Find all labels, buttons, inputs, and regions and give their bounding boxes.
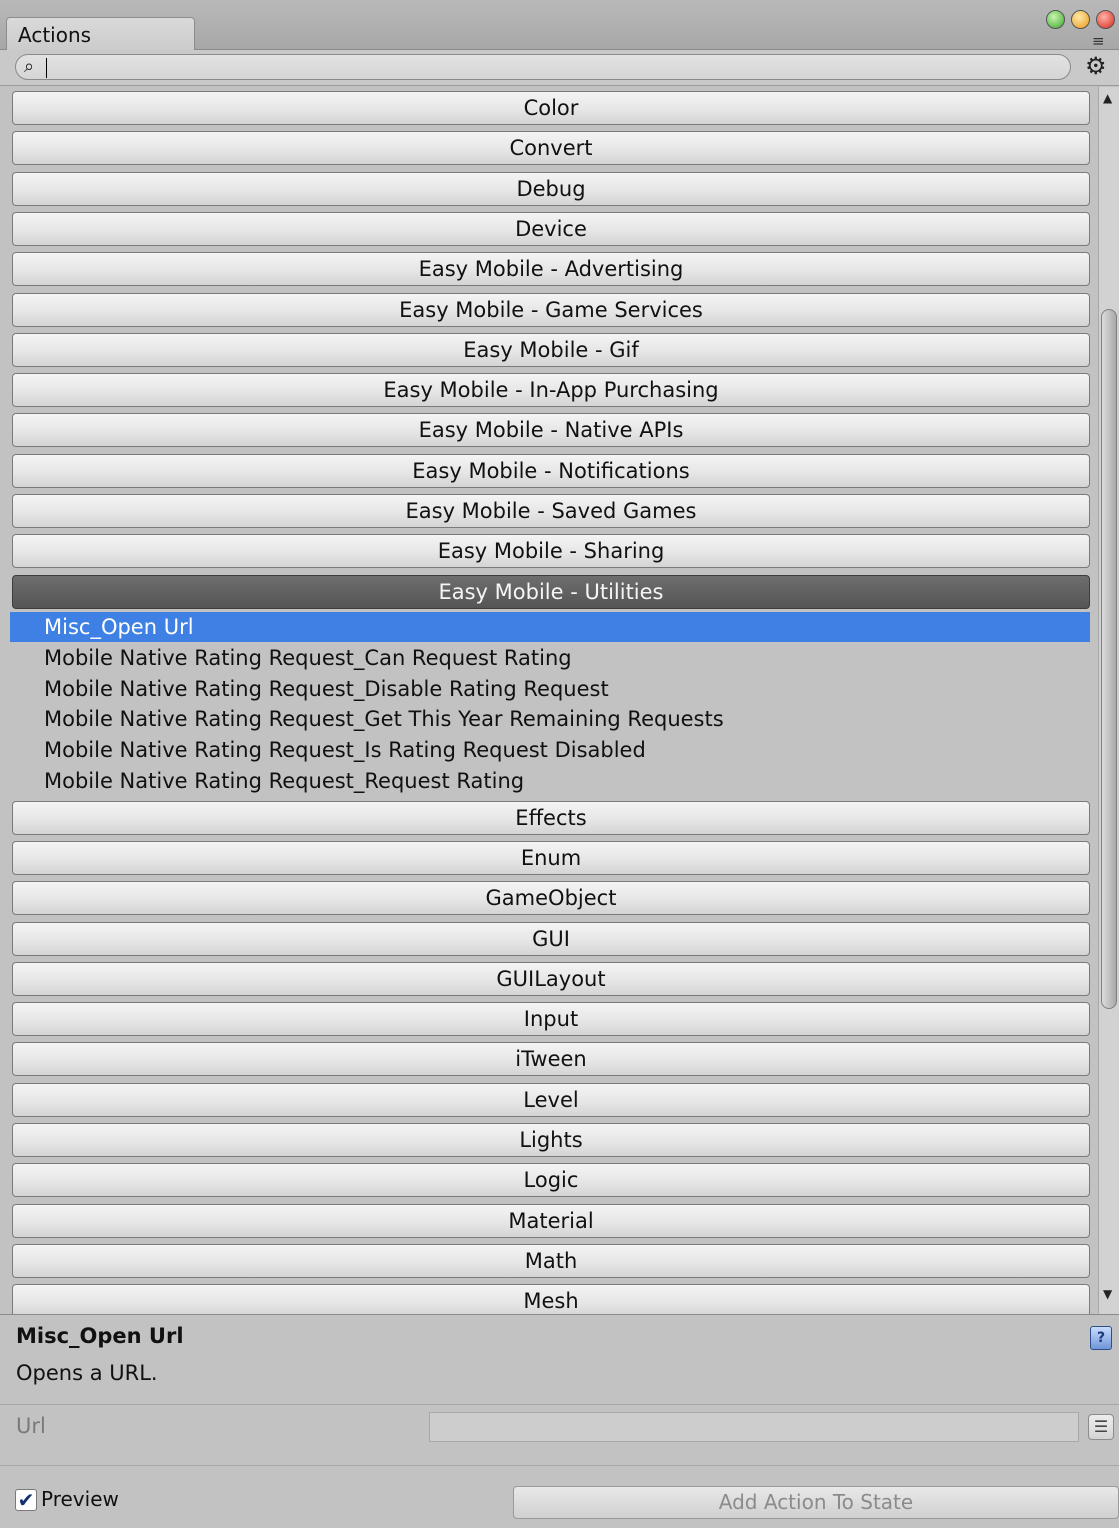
text-caret <box>46 58 47 78</box>
scroll-down-arrow-icon[interactable]: ▼ <box>1103 1287 1112 1301</box>
scroll-up-arrow-icon[interactable]: ▲ <box>1103 91 1112 105</box>
search-input[interactable]: ⌕ <box>15 54 1071 80</box>
category-button[interactable]: Color <box>12 91 1090 125</box>
category-button[interactable]: Device <box>12 212 1090 246</box>
category-button[interactable]: Math <box>12 1244 1090 1278</box>
category-button[interactable]: Easy Mobile - In-App Purchasing <box>12 373 1090 407</box>
scroll-thumb[interactable] <box>1101 309 1117 1009</box>
category-button[interactable]: Lights <box>12 1123 1090 1157</box>
category-button[interactable]: Material <box>12 1204 1090 1238</box>
category-button[interactable]: iTween <box>12 1042 1090 1076</box>
category-button[interactable]: Input <box>12 1002 1090 1036</box>
category-button[interactable]: Mesh <box>12 1284 1090 1314</box>
add-action-to-state-button[interactable]: Add Action To State <box>513 1486 1119 1519</box>
preview-label: Preview <box>41 1487 119 1511</box>
category-button[interactable]: Easy Mobile - Saved Games <box>12 494 1090 528</box>
tab-bar: Actions ≡ <box>0 0 1119 51</box>
category-button[interactable]: Debug <box>12 172 1090 206</box>
url-label: Url <box>16 1414 46 1438</box>
category-button[interactable]: Logic <box>12 1163 1090 1197</box>
action-item[interactable]: Mobile Native Rating Request_Disable Rat… <box>10 674 1090 704</box>
action-item[interactable]: Mobile Native Rating Request_Is Rating R… <box>10 735 1090 765</box>
category-button[interactable]: Convert <box>12 131 1090 165</box>
category-button[interactable]: GUILayout <box>12 962 1090 996</box>
zoom-button[interactable] <box>1046 10 1065 29</box>
menu-icon[interactable]: ≡ <box>1092 32 1105 50</box>
search-bar: ⌕ ⚙ <box>0 50 1119 86</box>
category-button[interactable]: Easy Mobile - Notifications <box>12 454 1090 488</box>
tab-actions[interactable]: Actions <box>6 17 195 51</box>
minimize-button[interactable] <box>1071 10 1090 29</box>
divider <box>0 1404 1119 1405</box>
action-category-list[interactable]: Color Convert Debug Device Easy Mobile - Adv… <box>0 87 1098 1314</box>
action-description: Opens a URL. <box>16 1361 158 1385</box>
action-detail-panel: Misc_Open Url ? Opens a URL. Url ☰ ✔ Pre… <box>0 1314 1119 1528</box>
gear-icon[interactable]: ⚙ <box>1085 52 1107 80</box>
category-button[interactable]: Enum <box>12 841 1090 875</box>
action-title: Misc_Open Url <box>16 1324 184 1348</box>
scrollbar[interactable]: ▲ ▼ <box>1098 87 1119 1314</box>
category-button[interactable]: Easy Mobile - Gif <box>12 333 1090 367</box>
category-button[interactable]: GameObject <box>12 881 1090 915</box>
divider <box>0 1465 1119 1466</box>
preview-checkbox[interactable]: ✔ <box>15 1489 37 1511</box>
action-item[interactable]: Mobile Native Rating Request_Get This Ye… <box>10 704 1090 734</box>
action-item[interactable]: Mobile Native Rating Request_Can Request… <box>10 643 1090 673</box>
action-item[interactable]: Misc_Open Url <box>10 612 1090 642</box>
url-input[interactable] <box>429 1412 1079 1442</box>
search-icon[interactable]: ⌕ <box>24 56 34 77</box>
variable-menu-icon[interactable]: ☰ <box>1088 1414 1114 1440</box>
category-button[interactable]: Effects <box>12 801 1090 835</box>
action-item[interactable]: Mobile Native Rating Request_Request Rat… <box>10 766 1090 796</box>
category-button[interactable]: Easy Mobile - Advertising <box>12 252 1090 286</box>
category-button[interactable]: GUI <box>12 922 1090 956</box>
category-button[interactable]: Level <box>12 1083 1090 1117</box>
help-icon[interactable]: ? <box>1090 1326 1112 1350</box>
category-button[interactable]: Easy Mobile - Game Services <box>12 293 1090 327</box>
category-selected[interactable]: Easy Mobile - Utilities <box>12 575 1090 609</box>
close-button[interactable] <box>1096 10 1115 29</box>
category-button[interactable]: Easy Mobile - Native APIs <box>12 413 1090 447</box>
category-button[interactable]: Easy Mobile - Sharing <box>12 534 1090 568</box>
